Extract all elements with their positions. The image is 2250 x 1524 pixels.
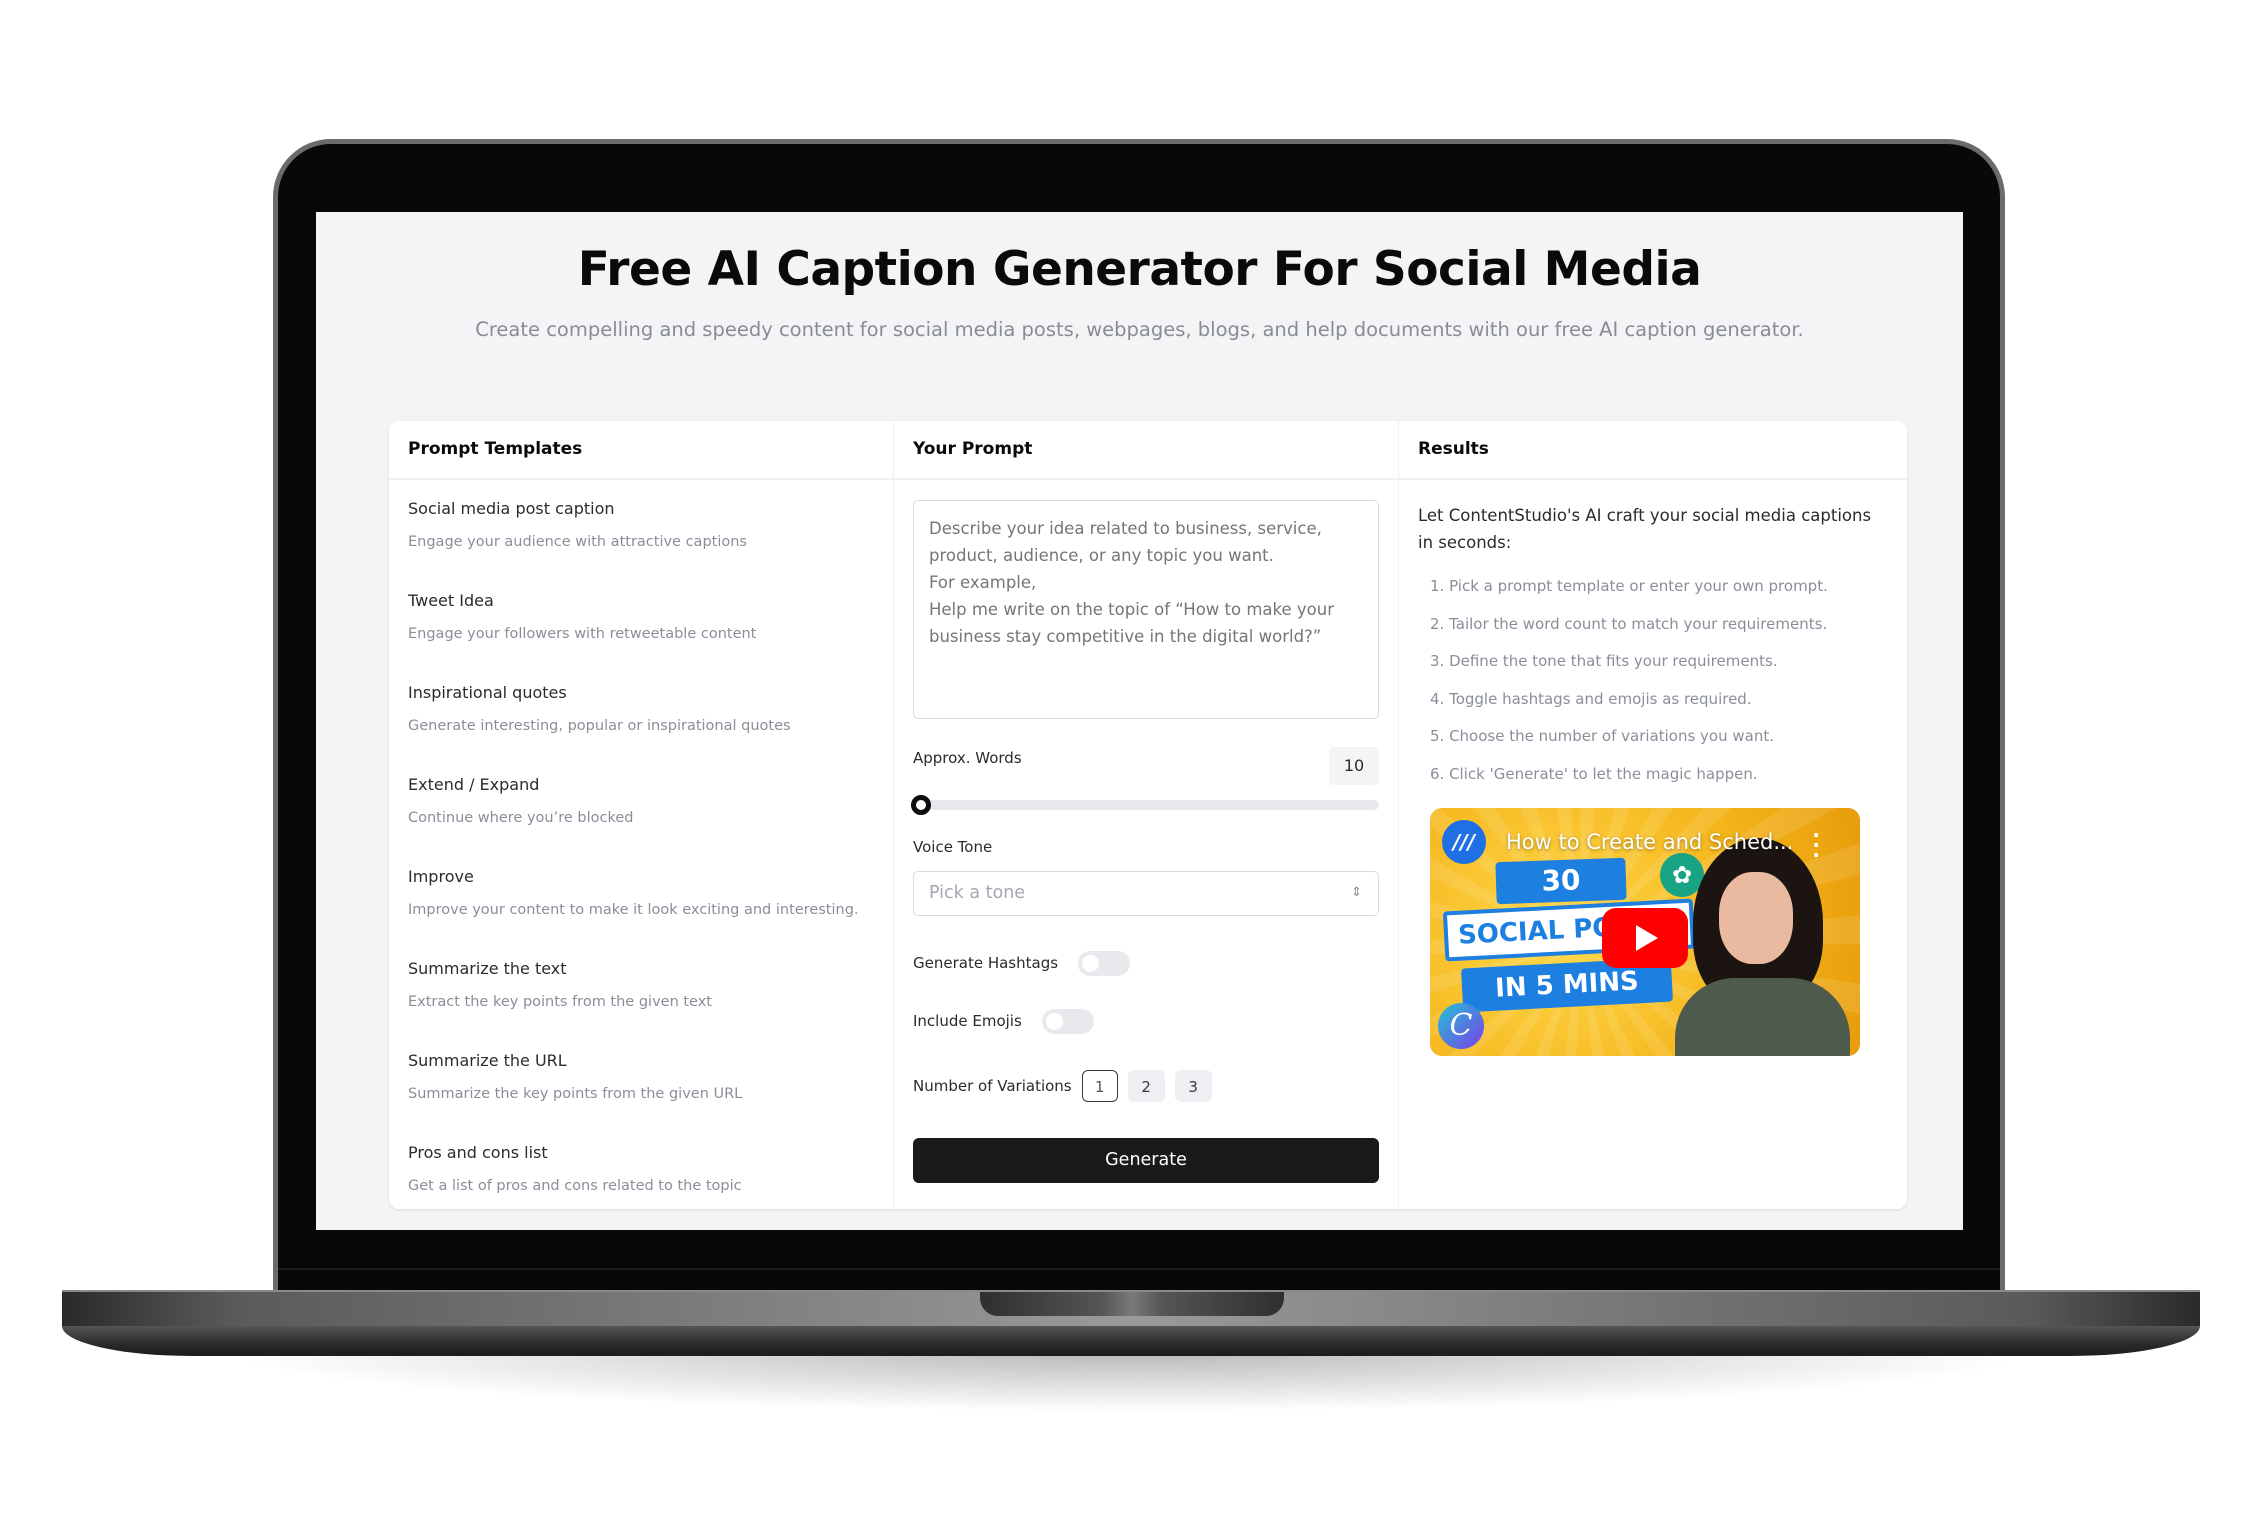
- slider-track[interactable]: [913, 800, 1379, 810]
- results-step: 2. Tailor the word count to match your r…: [1430, 614, 1828, 633]
- results-step: 1. Pick a prompt template or enter your …: [1430, 577, 1828, 595]
- results-step: 6. Click 'Generate' to let the magic hap…: [1430, 764, 1758, 783]
- approx-words-row: Approx. Words 10: [913, 747, 1379, 785]
- thumbnail-person: [1675, 837, 1850, 1056]
- chevron-up-down-icon: ⇕: [1351, 885, 1362, 900]
- thumbnail-text-30: 30: [1495, 857, 1627, 904]
- template-title: Pros and cons list: [408, 1143, 548, 1162]
- prompt-textarea[interactable]: [913, 500, 1379, 719]
- video-title[interactable]: How to Create and Sched...: [1506, 830, 1793, 854]
- template-item[interactable]: Summarize the URL Summarize the key point…: [408, 1050, 874, 1142]
- voice-tone-select[interactable]: Pick a tone ⇕: [913, 871, 1379, 916]
- approx-words-label: Approx. Words: [913, 749, 1022, 767]
- hashtags-label: Generate Hashtags: [913, 954, 1059, 972]
- template-description: Improve your content to make it look exc…: [408, 902, 859, 918]
- approx-words-value[interactable]: 10: [1329, 747, 1379, 785]
- template-description: Generate interesting, popular or inspira…: [408, 718, 791, 734]
- template-description: Engage your followers with retweetable c…: [408, 626, 757, 642]
- youtube-play-button-icon[interactable]: [1602, 907, 1688, 968]
- template-item[interactable]: Extend / Expand Continue where you’re blo…: [408, 774, 874, 866]
- results-intro: Let ContentStudio's AI craft your social…: [1418, 506, 1872, 552]
- variation-button-3[interactable]: 3: [1174, 1069, 1212, 1102]
- template-title: Tweet Idea: [408, 591, 494, 610]
- template-item[interactable]: Social media post caption Engage your aud…: [408, 498, 874, 590]
- prompt-heading: Your Prompt: [894, 421, 1398, 480]
- more-vertical-icon[interactable]: · · ·: [1812, 825, 1820, 865]
- results-step: 3. Define the tone that fits your requir…: [1430, 652, 1778, 670]
- templates-column: Prompt Templates Social media post capti…: [389, 421, 894, 1209]
- template-title: Inspirational quotes: [408, 683, 567, 702]
- generate-button[interactable]: Generate: [913, 1138, 1379, 1183]
- template-title: Improve: [408, 867, 474, 886]
- results-heading: Results: [1399, 421, 1907, 480]
- generator-card: Prompt Templates Social media post capti…: [389, 421, 1907, 1209]
- youtube-video-embed[interactable]: 30 SOCIAL POSTS IN 5 MINS ✿ C /// How to…: [1430, 807, 1860, 1056]
- prompt-column: Your Prompt Approx. Words 10 Voice Tone …: [894, 421, 1399, 1209]
- template-description: Extract the key points from the given te…: [408, 994, 712, 1010]
- templates-list: Social media post caption Engage your aud…: [389, 480, 893, 1209]
- template-item[interactable]: Tweet Idea Engage your followers with ret…: [408, 590, 874, 682]
- template-description: Continue where you’re blocked: [408, 810, 634, 826]
- laptop-screen: Free AI Caption Generator For Social Med…: [316, 212, 1963, 1230]
- person-face: [1719, 871, 1793, 964]
- template-item[interactable]: Inspirational quotes Generate interesting…: [408, 682, 874, 774]
- template-title: Social media post caption: [408, 499, 615, 518]
- page-subtitle: Create compelling and speedy content for…: [475, 318, 1804, 341]
- variations-row: Number of Variations 1 2 3: [913, 1069, 1379, 1102]
- results-step: 5. Choose the number of variations you w…: [1430, 727, 1775, 745]
- emojis-row: Include Emojis: [913, 1008, 1379, 1034]
- template-description: Summarize the key points from the given …: [408, 1086, 743, 1102]
- results-column: Results Let ContentStudio's AI craft you…: [1399, 421, 1907, 1209]
- variations-label: Number of Variations: [913, 1076, 1072, 1095]
- results-step: 4. Toggle hashtags and emojis as require…: [1430, 689, 1752, 708]
- variation-button-1[interactable]: 1: [1081, 1069, 1118, 1102]
- laptop-hinge-line: [278, 1268, 2000, 1270]
- page-title: Free AI Caption Generator For Social Med…: [577, 242, 1702, 297]
- template-item[interactable]: Pros and cons list Get a list of pros and…: [408, 1142, 874, 1209]
- hashtags-row: Generate Hashtags: [913, 950, 1379, 976]
- person-body: [1675, 977, 1850, 1056]
- toggle-knob: [1082, 954, 1100, 972]
- results-steps: 1. Pick a prompt template or enter your …: [1418, 576, 1888, 784]
- approx-words-slider[interactable]: [911, 795, 1379, 815]
- hashtags-toggle[interactable]: [1078, 950, 1131, 976]
- laptop-shadow: [220, 1352, 2040, 1412]
- voice-tone-label: Voice Tone: [913, 838, 993, 856]
- template-description: Engage your audience with attractive cap…: [408, 534, 747, 550]
- slider-thumb[interactable]: [911, 795, 931, 815]
- emojis-toggle[interactable]: [1041, 1008, 1094, 1034]
- template-item[interactable]: Improve Improve your content to make it l…: [408, 866, 874, 958]
- channel-logo-icon[interactable]: ///: [1442, 819, 1486, 864]
- laptop-base-bottom: [62, 1326, 2200, 1356]
- laptop-notch: [980, 1292, 1284, 1316]
- template-title: Summarize the URL: [408, 1051, 567, 1070]
- voice-tone-placeholder: Pick a tone: [929, 883, 1026, 903]
- toggle-knob: [1045, 1012, 1063, 1030]
- template-title: Extend / Expand: [408, 775, 540, 794]
- template-description: Get a list of pros and cons related to t…: [408, 1178, 742, 1194]
- template-title: Summarize the text: [408, 959, 567, 978]
- canva-icon: C: [1438, 1002, 1484, 1049]
- template-item[interactable]: Summarize the text Extract the key points…: [408, 958, 874, 1050]
- variation-button-2[interactable]: 2: [1127, 1069, 1165, 1102]
- emojis-label: Include Emojis: [913, 1012, 1022, 1030]
- templates-heading: Prompt Templates: [389, 421, 893, 480]
